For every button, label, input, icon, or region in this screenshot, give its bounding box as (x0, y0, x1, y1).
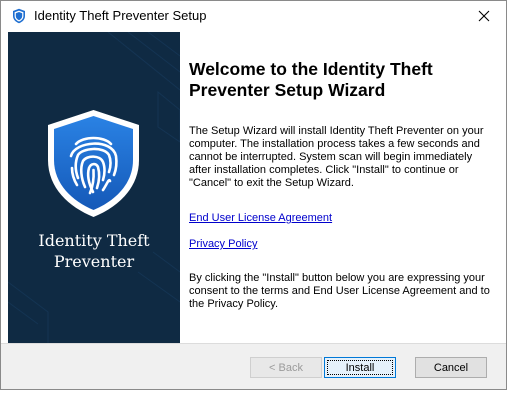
install-button[interactable]: Install (324, 357, 396, 378)
title-bar: Identity Theft Preventer Setup (1, 1, 506, 31)
consent-text: By clicking the "Install" button below y… (189, 272, 490, 310)
eula-link[interactable]: End User License Agreement (189, 212, 332, 224)
close-icon (478, 10, 490, 22)
main-content: Welcome to the Identity Theft Preventer … (180, 32, 501, 343)
shield-fingerprint-icon (48, 110, 139, 217)
button-bar: < Back Install Cancel (1, 343, 506, 389)
shield-app-icon (13, 8, 25, 24)
product-name-line1: Identity Theft (38, 231, 150, 250)
product-name: Identity Theft Preventer (8, 230, 180, 272)
back-button[interactable]: < Back (250, 357, 322, 378)
product-name-line2: Preventer (53, 252, 135, 271)
close-button[interactable] (462, 1, 506, 31)
description-text: The Setup Wizard will install Identity T… (189, 125, 484, 189)
privacy-policy-link[interactable]: Privacy Policy (189, 238, 257, 250)
setup-window: Identity Theft Preventer Setup Identity … (0, 0, 507, 390)
cancel-button[interactable]: Cancel (415, 357, 487, 378)
window-title: Identity Theft Preventer Setup (34, 8, 207, 23)
page-title: Welcome to the Identity Theft Preventer … (189, 59, 433, 100)
sidebar-banner: Identity Theft Preventer (8, 32, 180, 343)
